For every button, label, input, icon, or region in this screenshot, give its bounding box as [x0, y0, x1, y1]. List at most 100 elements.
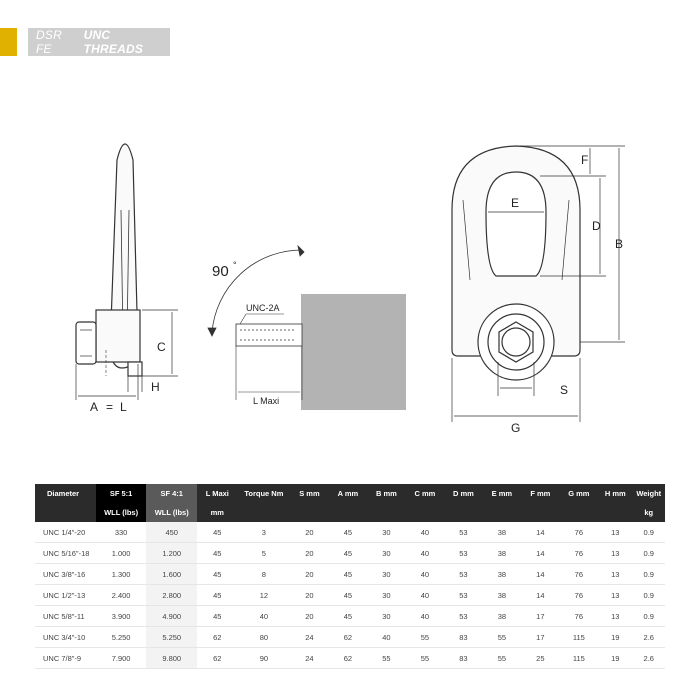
table-cell: 2.6	[632, 647, 665, 669]
table-cell: 55	[405, 626, 445, 648]
table-cell: 1.000	[95, 542, 147, 564]
table-cell: 3	[237, 522, 291, 543]
table-cell: 13	[598, 542, 633, 564]
table-cell: 53	[444, 522, 483, 543]
table-cell: 24	[290, 647, 329, 669]
table-cell: UNC 5/8"-11	[35, 605, 96, 627]
table-cell: 14	[521, 563, 560, 585]
column-subheader	[405, 503, 445, 522]
title-prefix: DSR FE	[36, 28, 62, 56]
table-cell: 115	[559, 626, 599, 648]
header-row-2: WLL (lbs) WLL (lbs) mm kg	[35, 503, 665, 522]
column-subheader: WLL (lbs)	[95, 503, 147, 522]
table-cell: UNC 3/8"-16	[35, 563, 96, 585]
table-cell: UNC 1/2"-13	[35, 584, 96, 606]
table-cell: 1.300	[95, 563, 147, 585]
table-cell: 13	[598, 563, 633, 585]
table-row: UNC 1/2"-13 2.400 2.800 45 12 20 45 30 40 53 38 14 7…	[35, 584, 665, 606]
header-row-1: Diameter SF 5:1 SF 4:1 L Maxi Torque Nm S mm A…	[35, 484, 665, 503]
column-header: A mm	[328, 484, 368, 503]
table-cell: 25	[521, 647, 560, 669]
table-cell: 2.400	[95, 584, 147, 606]
table-cell: 53	[444, 563, 483, 585]
table-cell: 17	[521, 605, 560, 627]
column-subheader	[598, 503, 633, 522]
table-cell: 62	[197, 626, 238, 648]
table-cell: 45	[197, 542, 238, 564]
table-cell: 83	[444, 647, 483, 669]
specification-table: Diameter SF 5:1 SF 4:1 L Maxi Torque Nm S mm A…	[35, 484, 665, 669]
table-cell: 62	[328, 647, 368, 669]
column-header: Diameter	[35, 484, 96, 503]
table-cell: 55	[367, 647, 406, 669]
table-cell: 115	[559, 647, 599, 669]
angle-label: 90	[212, 263, 229, 280]
table-cell: 76	[559, 522, 599, 543]
column-subheader	[290, 503, 329, 522]
page-title-banner: DSR FE UNC THREADS	[28, 28, 170, 56]
table-row: UNC 1/4"-20 330 450 45 3 20 45 30 40 53 38 14 76 13 0.…	[35, 522, 665, 543]
dimension-eq-label: =	[106, 400, 113, 414]
column-header: D mm	[444, 484, 483, 503]
table-cell: 4.900	[146, 605, 198, 627]
table-row: UNC 7/8"-9 7.900 9.800 62 90 24 62 55 55 83 55 25 11…	[35, 647, 665, 669]
table-cell: 24	[290, 626, 329, 648]
l-maxi-label: L Maxi	[253, 396, 279, 406]
table-cell: 45	[197, 563, 238, 585]
table-cell: 40	[405, 584, 445, 606]
table-cell: 14	[521, 522, 560, 543]
table-cell: 38	[482, 563, 522, 585]
table-cell: 20	[290, 605, 329, 627]
table-cell: 55	[482, 626, 522, 648]
column-subheader	[559, 503, 599, 522]
table-cell: 83	[444, 626, 483, 648]
dimension-f-label: F	[581, 153, 588, 167]
table-cell: 53	[444, 542, 483, 564]
table-cell: 0.9	[632, 542, 665, 564]
table-cell: 45	[328, 542, 368, 564]
dimension-b-label: B	[615, 237, 623, 251]
dimension-c-label: C	[157, 340, 166, 354]
table-cell: 40	[405, 542, 445, 564]
table-cell: 62	[197, 647, 238, 669]
dimension-h-label: H	[151, 380, 160, 394]
column-header: E mm	[482, 484, 522, 503]
table-cell: 12	[237, 584, 291, 606]
table-cell: 30	[367, 605, 406, 627]
column-header: Torque Nm	[237, 484, 291, 503]
table-cell: 76	[559, 605, 599, 627]
table-cell: 45	[328, 605, 368, 627]
table-cell: 3.900	[95, 605, 147, 627]
table-body: UNC 1/4"-20 330 450 45 3 20 45 30 40 53 38 14 76 13 0.…	[35, 522, 665, 669]
column-header: L Maxi	[197, 484, 238, 503]
column-header: H mm	[598, 484, 633, 503]
column-header: C mm	[405, 484, 445, 503]
table-cell: UNC 3/4"-10	[35, 626, 96, 648]
table-cell: 45	[197, 605, 238, 627]
column-subheader: mm	[197, 503, 238, 522]
table-cell: 53	[444, 584, 483, 606]
table-cell: 62	[328, 626, 368, 648]
table-cell: 5.250	[95, 626, 147, 648]
column-subheader	[482, 503, 522, 522]
column-header: SF 4:1	[146, 484, 198, 503]
dimension-g-label: G	[511, 421, 520, 435]
table-cell: 30	[367, 522, 406, 543]
thread-label: UNC-2A	[246, 303, 280, 313]
table-cell: 1.600	[146, 563, 198, 585]
table-row: UNC 3/4"-10 5.250 5.250 62 80 24 62 40 55 83 55 17 1…	[35, 626, 665, 648]
table-cell: 13	[598, 522, 633, 543]
banner-accent	[0, 28, 17, 56]
table-cell: 30	[367, 542, 406, 564]
table-cell: 76	[559, 584, 599, 606]
dimension-l-label: L	[120, 400, 127, 414]
table-cell: 45	[328, 563, 368, 585]
table-cell: 330	[95, 522, 147, 543]
column-subheader	[237, 503, 291, 522]
column-header: G mm	[559, 484, 599, 503]
side-view	[75, 143, 143, 377]
column-subheader	[521, 503, 560, 522]
column-subheader: WLL (lbs)	[146, 503, 198, 522]
table-header: Diameter SF 5:1 SF 4:1 L Maxi Torque Nm S mm A…	[35, 484, 665, 522]
table-cell: 20	[290, 584, 329, 606]
